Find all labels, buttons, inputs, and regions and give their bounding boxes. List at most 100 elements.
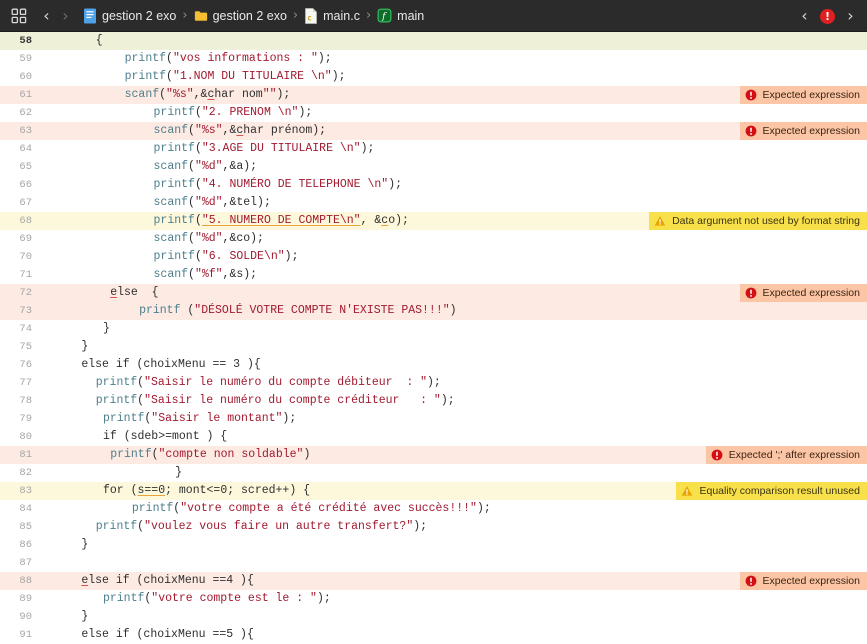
previous-issue-button[interactable]: ‹ (796, 5, 813, 27)
code-token: printf (153, 142, 195, 155)
code-token: ,& (193, 88, 208, 101)
code-line[interactable]: 60 printf("1.NOM DU TITULAIRE \n"); (0, 68, 867, 86)
breadcrumb-separator-2: › (292, 8, 299, 23)
code-text: { (96, 32, 103, 50)
code-token: } (175, 466, 183, 479)
code-line[interactable]: 58 { (0, 32, 867, 50)
code-text: scanf("%d",&co); (154, 230, 264, 248)
code-line[interactable]: 76 else if (choixMenu == 3 ){ (0, 356, 867, 374)
line-number: 85 (19, 521, 32, 533)
code-text: printf("6. SOLDE\n"); (154, 248, 299, 266)
code-line[interactable]: 88 else if (choixMenu ==4 ){Expected expr… (0, 572, 867, 590)
issue-message: Expected expression (762, 89, 860, 101)
code-line[interactable]: 85 printf("voulez vous faire un autre tra… (0, 518, 867, 536)
code-token: ( (188, 196, 195, 209)
code-line[interactable]: 91 else if (choixMenu ==5 ){ (0, 626, 867, 644)
code-line[interactable]: 62 printf("2. PRENOM \n"); (0, 104, 867, 122)
code-token: har nom (214, 88, 263, 101)
code-line[interactable]: 82} (0, 464, 867, 482)
code-line[interactable]: 59 printf("vos informations : "); (0, 50, 867, 68)
code-line[interactable]: 80 if (sdeb>=mont ) { (0, 428, 867, 446)
code-token: "%d" (194, 160, 223, 173)
code-line[interactable]: 68 printf("5. NUMERO DE COMPTE\n", &co); D… (0, 212, 867, 230)
code-token: "vos informations : " (172, 52, 318, 65)
navigate-back-button[interactable]: ‹ (38, 5, 55, 27)
code-line[interactable]: 78 printf("Saisir le numéro du compte cré… (0, 392, 867, 410)
code-token: ; mont<= (165, 484, 221, 497)
line-number: 87 (19, 557, 32, 569)
code-line[interactable]: 89 printf("votre compte est le : "); (0, 590, 867, 608)
code-line[interactable]: 90} (0, 608, 867, 626)
code-token: printf (153, 106, 195, 119)
code-line[interactable]: 77 printf("Saisir le numéro du compte déb… (0, 374, 867, 392)
code-token: lse { (117, 286, 159, 299)
code-line[interactable]: 73 printf ("DÉSOLÉ VOTRE COMPTE N'EXISTE … (0, 302, 867, 320)
code-line[interactable]: 79 printf("Saisir le montant"); (0, 410, 867, 428)
line-number: 72 (19, 287, 32, 299)
source-editor[interactable]: 58{59 printf("vos informations : "); 60 pri… (0, 32, 867, 644)
line-number: 77 (19, 377, 32, 389)
inline-issue-badge-error[interactable]: Expected expression (739, 86, 867, 104)
code-line[interactable]: 75} (0, 338, 867, 356)
navigate-forward-button[interactable]: › (57, 5, 74, 27)
code-line[interactable]: 71 scanf("%f",&s); (0, 266, 867, 284)
line-number: 60 (19, 71, 32, 83)
code-token: ( (151, 448, 159, 461)
grid-squares-icon[interactable] (9, 6, 29, 26)
code-token: ( (188, 160, 195, 173)
code-line[interactable]: 86} (0, 536, 867, 554)
code-line[interactable]: 83 for (s==0; mont<=0; scred++) {Equality… (0, 482, 867, 500)
code-token: "DÉSOLÉ VOTRE COMPTE N'EXISTE PAS!!!" (194, 304, 450, 317)
code-line[interactable]: 65 scanf("%d",&a); (0, 158, 867, 176)
code-line[interactable]: 70 printf("6. SOLDE\n"); (0, 248, 867, 266)
inline-issue-badge-error[interactable]: Expected ';' after expression (705, 446, 867, 464)
code-token: printf (153, 214, 195, 227)
code-line[interactable]: 61 scanf("%s",&char nom""); Expected expre… (0, 86, 867, 104)
code-token: } (81, 610, 89, 623)
breadcrumb-item-project[interactable]: gestion 2 exo (83, 5, 176, 27)
line-number: 63 (19, 125, 32, 137)
code-token: "%f" (194, 268, 223, 281)
code-token: "votre compte est le : " (151, 592, 317, 605)
code-text: scanf("%d",&tel); (154, 194, 271, 212)
code-line[interactable]: 72 else {Expected expression (0, 284, 867, 302)
breadcrumb-item-folder[interactable]: gestion 2 exo (194, 5, 287, 27)
code-line[interactable]: 67 scanf("%d",&tel); (0, 194, 867, 212)
code-token: "6. SOLDE\n" (201, 250, 285, 263)
issue-message: Equality comparison result unused (699, 485, 860, 497)
code-line[interactable]: 69 scanf("%d",&co); (0, 230, 867, 248)
line-number: 86 (19, 539, 32, 551)
error-circle-icon (711, 449, 723, 461)
issue-count-badge-icon[interactable]: ! (820, 8, 835, 24)
inline-issue-badge-warning[interactable]: Equality comparison result unused (676, 482, 867, 500)
line-number: 91 (19, 629, 32, 641)
code-token: s==0 (137, 484, 166, 497)
breadcrumb-label-project: gestion 2 exo (102, 8, 177, 23)
code-token: ); (331, 70, 346, 83)
breadcrumb-item-symbol[interactable]: f main (377, 5, 424, 27)
code-line[interactable]: 81 printf("compte non soldable") Expected … (0, 446, 867, 464)
next-issue-button[interactable]: › (842, 5, 859, 27)
code-line[interactable]: 66 printf("4. NUMÉRO DE TELEPHONE \n"); (0, 176, 867, 194)
code-text: printf("2. PRENOM \n"); (154, 104, 313, 122)
code-token: else if (81, 358, 137, 371)
line-number: 90 (19, 611, 32, 623)
code-token: ) (449, 304, 457, 317)
code-token: ( (188, 124, 195, 137)
code-line[interactable]: 84 printf("votre compte a été crédité ave… (0, 500, 867, 518)
code-token: o); (388, 214, 409, 227)
code-token: scanf (153, 196, 189, 209)
inline-issue-badge-error[interactable]: Expected expression (739, 122, 867, 140)
inline-issue-badge-error[interactable]: Expected expression (739, 572, 867, 590)
inline-issue-badge-error[interactable]: Expected expression (739, 284, 867, 302)
code-line[interactable]: 87 (0, 554, 867, 572)
code-token: "Saisir le montant" (151, 412, 283, 425)
code-line[interactable]: 63 scanf("%s",&char prénom); Expected expr… (0, 122, 867, 140)
code-token: ); (282, 412, 297, 425)
code-token: ( (194, 178, 202, 191)
code-token: ); (284, 250, 299, 263)
inline-issue-badge-warning[interactable]: Data argument not used by format string (649, 212, 867, 230)
code-line[interactable]: 74} (0, 320, 867, 338)
code-line[interactable]: 64 printf("3.AGE DU TITULAIRE \n"); (0, 140, 867, 158)
breadcrumb-item-file[interactable]: c main.c (304, 5, 360, 27)
